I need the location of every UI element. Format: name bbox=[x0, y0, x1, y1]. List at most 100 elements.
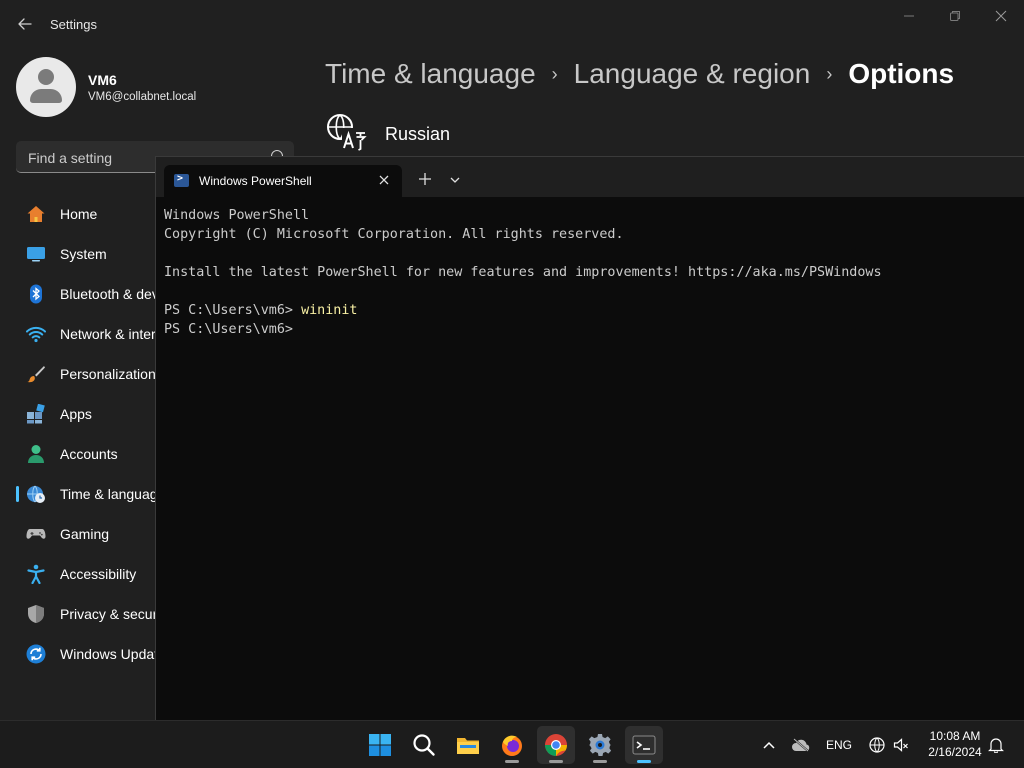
terminal-line: Copyright (C) Microsoft Corporation. All… bbox=[164, 227, 624, 242]
settings-taskbar-button[interactable] bbox=[581, 726, 619, 764]
language-icon bbox=[327, 114, 367, 151]
taskbar-search-button[interactable] bbox=[405, 726, 443, 764]
gear-icon bbox=[588, 734, 612, 756]
sidebar-item-system[interactable]: System bbox=[16, 234, 166, 274]
bell-icon bbox=[988, 738, 1004, 754]
running-indicator bbox=[593, 760, 607, 763]
speaker-muted-icon bbox=[893, 738, 908, 752]
brush-icon bbox=[27, 366, 45, 383]
tab-close-button[interactable] bbox=[374, 170, 394, 190]
terminal-icon bbox=[632, 735, 656, 755]
clock-date: 2/16/2024 bbox=[928, 745, 982, 759]
globe-icon bbox=[869, 737, 885, 753]
sidebar-item-bluetooth[interactable]: Bluetooth & devices bbox=[16, 274, 184, 314]
breadcrumb-time-language[interactable]: Time & language bbox=[325, 58, 536, 89]
running-indicator bbox=[505, 760, 519, 763]
app-title: Settings bbox=[50, 17, 97, 32]
minimize-icon bbox=[904, 15, 914, 17]
sidebar-item-label: Accessibility bbox=[60, 566, 137, 582]
accounts-icon bbox=[28, 445, 44, 463]
new-tab-button[interactable] bbox=[414, 168, 436, 190]
close-icon bbox=[995, 10, 1007, 22]
show-hidden-icons-button[interactable] bbox=[758, 735, 780, 755]
sidebar-item-label: Apps bbox=[60, 406, 92, 422]
avatar-body bbox=[30, 89, 62, 103]
windows-logo-icon bbox=[369, 734, 391, 756]
settings-titlebar: Settings bbox=[0, 0, 1024, 48]
terminal-prompt: PS C:\Users\vm6> bbox=[164, 322, 293, 337]
sidebar-item-time-language[interactable]: Time & language bbox=[16, 474, 166, 514]
sidebar-item-label: Gaming bbox=[60, 526, 110, 542]
wifi-icon bbox=[26, 326, 46, 343]
clock-time: 10:08 AM bbox=[929, 729, 981, 743]
minimize-button[interactable] bbox=[886, 7, 932, 27]
chrome-button[interactable] bbox=[537, 726, 575, 764]
cloud-offline-icon bbox=[792, 738, 810, 752]
search-icon bbox=[413, 734, 435, 756]
firefox-button[interactable] bbox=[493, 726, 531, 764]
clock[interactable]: 10:08 AM 2/16/2024 bbox=[914, 728, 996, 760]
sidebar-item-windows-update[interactable]: Windows Update bbox=[16, 634, 166, 674]
home-icon bbox=[27, 206, 45, 222]
sidebar-item-label: Windows Update bbox=[60, 646, 166, 662]
sidebar-item-personalization[interactable]: Personalization bbox=[16, 354, 166, 394]
breadcrumb-separator: › bbox=[826, 64, 833, 84]
powershell-icon bbox=[174, 173, 189, 187]
breadcrumb: Time & language › Language & region › Option… bbox=[325, 58, 954, 90]
firefox-icon bbox=[502, 735, 522, 756]
terminal-command bbox=[293, 322, 301, 337]
update-icon bbox=[26, 644, 46, 664]
terminal-output[interactable]: Windows PowerShell Copyright (C) Microsof… bbox=[164, 206, 882, 339]
sidebar-item-network[interactable]: Network & internet bbox=[16, 314, 175, 354]
accessibility-icon bbox=[27, 564, 45, 584]
sidebar-item-label: Accounts bbox=[60, 446, 118, 462]
sidebar-item-accounts[interactable]: Accounts bbox=[16, 434, 166, 474]
breadcrumb-language-region[interactable]: Language & region bbox=[574, 58, 811, 89]
onedrive-button[interactable] bbox=[788, 735, 814, 755]
restore-icon bbox=[950, 11, 960, 21]
terminal-line: PS C:\Users\vm6> wininit bbox=[164, 301, 882, 320]
close-button[interactable] bbox=[978, 7, 1024, 27]
terminal-line: Install the latest PowerShell for new fe… bbox=[164, 265, 882, 280]
apps-icon bbox=[27, 404, 45, 424]
breadcrumb-separator: › bbox=[551, 64, 558, 84]
bluetooth-icon bbox=[30, 284, 42, 304]
avatar[interactable] bbox=[16, 57, 76, 117]
sidebar-item-label: Time & language bbox=[60, 486, 166, 502]
taskbar: ENG 10:08 AM 2/16/2024 bbox=[0, 720, 1024, 768]
sidebar-item-privacy[interactable]: Privacy & security bbox=[16, 594, 171, 634]
close-icon bbox=[379, 175, 389, 185]
terminal-window[interactable]: Windows PowerShell Windows PowerShell Cop… bbox=[155, 156, 1024, 720]
running-indicator bbox=[637, 760, 651, 763]
plus-icon bbox=[419, 173, 431, 185]
terminal-taskbar-button[interactable] bbox=[625, 726, 663, 764]
volume-button[interactable] bbox=[890, 735, 912, 755]
network-button[interactable] bbox=[866, 735, 888, 755]
terminal-line: PS C:\Users\vm6> bbox=[164, 320, 882, 339]
tab-windows-powershell[interactable]: Windows PowerShell bbox=[164, 165, 402, 197]
system-icon bbox=[27, 247, 45, 262]
notifications-button[interactable] bbox=[985, 735, 1007, 755]
tab-dropdown-button[interactable] bbox=[444, 169, 466, 191]
running-indicator bbox=[549, 760, 563, 763]
start-button[interactable] bbox=[361, 726, 399, 764]
chrome-icon bbox=[545, 734, 567, 756]
chevron-up-icon bbox=[763, 741, 775, 749]
folder-icon bbox=[457, 738, 479, 754]
file-explorer-button[interactable] bbox=[449, 726, 487, 764]
sidebar-nav: Home System Bluetooth & devices Network … bbox=[16, 194, 184, 674]
language-name: Russian bbox=[385, 124, 451, 144]
shield-icon bbox=[28, 605, 44, 623]
avatar-head bbox=[38, 69, 54, 85]
sidebar-item-home[interactable]: Home bbox=[16, 194, 166, 234]
input-language-button[interactable]: ENG bbox=[822, 735, 856, 755]
chevron-down-icon bbox=[450, 177, 460, 183]
sidebar-item-gaming[interactable]: Gaming bbox=[16, 514, 166, 554]
back-button[interactable] bbox=[14, 13, 36, 35]
gamepad-icon bbox=[26, 529, 46, 539]
sidebar-item-accessibility[interactable]: Accessibility bbox=[16, 554, 166, 594]
restore-button[interactable] bbox=[932, 7, 978, 27]
sidebar-item-apps[interactable]: Apps bbox=[16, 394, 166, 434]
